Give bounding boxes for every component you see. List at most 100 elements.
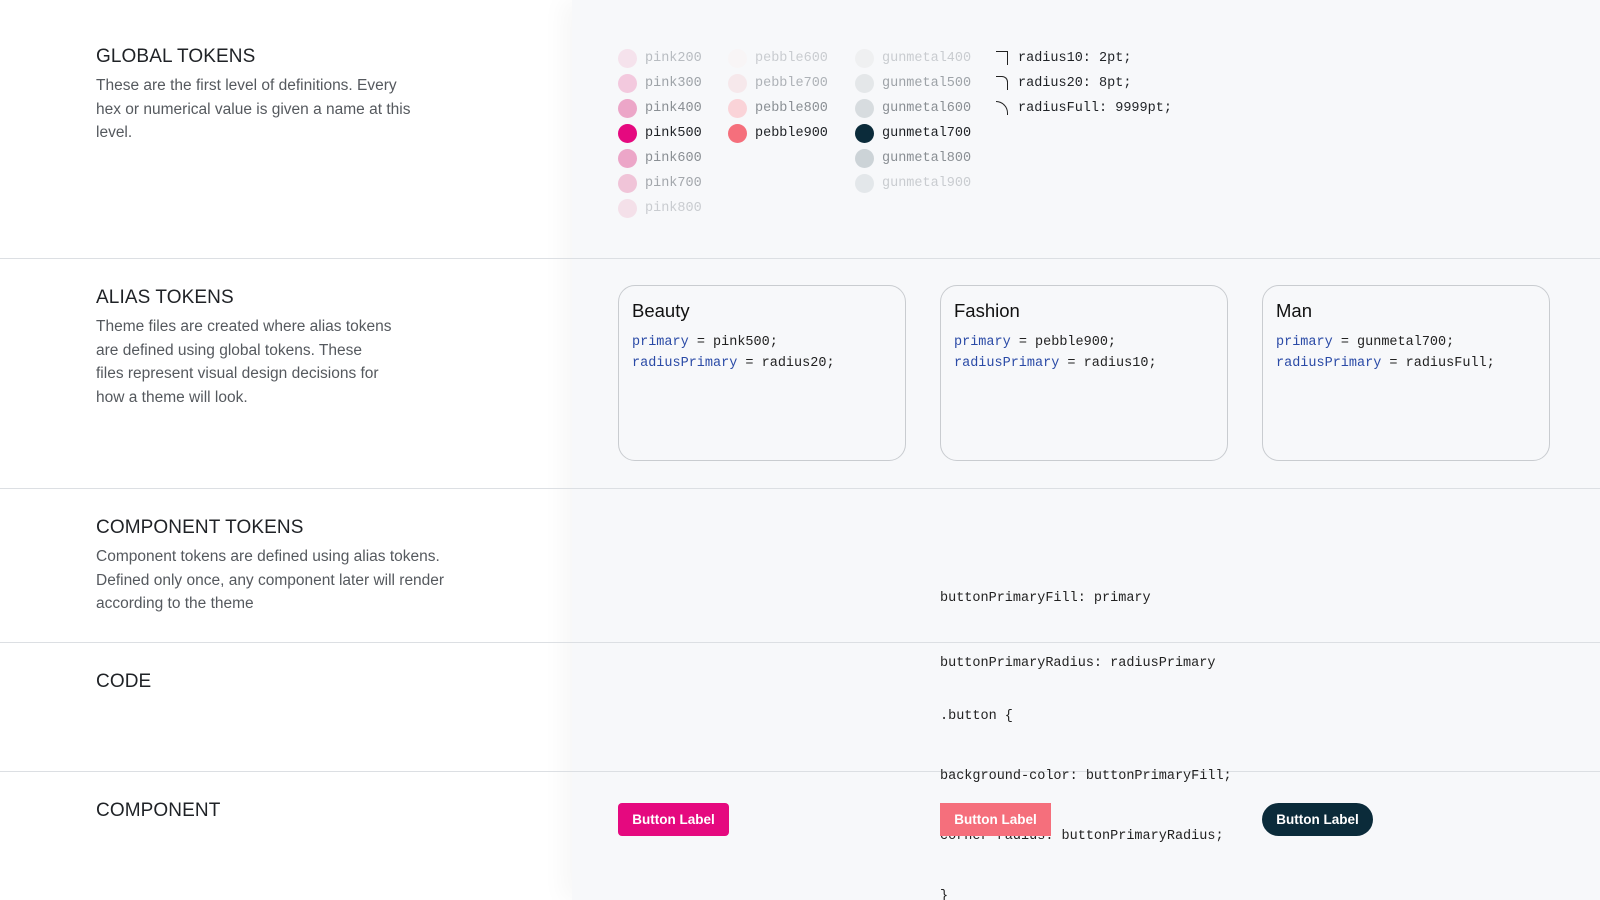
swatch-pink500: pink500 [618,123,702,143]
theme-title: Man [1276,300,1312,321]
color-dot [728,98,747,118]
radius-assignment: radiusPrimary = radius10; [954,356,1157,371]
swatch-pebble600: pebble600 [728,48,828,68]
swatch-pebble800: pebble800 [728,98,828,118]
swatch-label: gunmetal800 [882,150,972,166]
swatch-label: gunmetal900 [882,175,972,191]
component-tokens-title: COMPONENT TOKENS [96,517,304,538]
swatch-label: pink400 [645,100,702,116]
alias-tokens-title: ALIAS TOKENS [96,287,234,308]
code-line: background-color: buttonPrimaryFill; [940,769,1232,784]
description-line: are defined using global tokens. These [96,341,362,359]
swatch-pink400: pink400 [618,98,702,118]
code-line: } [940,889,949,900]
code-key: primary [1276,335,1333,350]
color-dot [855,48,874,68]
swatch-label: gunmetal500 [882,75,972,91]
swatch-label: pink300 [645,75,702,91]
code-value: = gunmetal700; [1332,335,1455,350]
code-title: CODE [96,671,152,692]
code-value: = radiusFull; [1381,356,1495,371]
swatch-label: pink500 [645,125,702,141]
description-line: Defined only once, any component later w… [96,571,445,589]
swatch-gunmetal800: gunmetal800 [855,148,971,168]
button-css-code: .button { background-color: buttonPrimar… [940,667,1232,900]
swatch-pebble700: pebble700 [728,73,828,93]
color-dot [618,123,637,143]
swatch-pink800: pink800 [618,198,702,218]
code-value: = pebble900; [1010,335,1117,350]
color-dot [618,173,637,193]
beauty-button[interactable]: Button Label [618,803,729,836]
primary-assignment: primary = pink500; [632,335,778,350]
color-dot [618,73,637,93]
code-line: buttonPrimaryFill: primary [940,591,1151,606]
alias-tokens-description: Theme files are created where alias toke… [96,315,392,409]
radius-label: radius20: 8pt; [1018,75,1132,91]
radius-label: radiusFull: 9999pt; [1018,100,1172,116]
swatch-label: pink200 [645,50,702,66]
rounded-corner-icon [996,76,1008,90]
color-dot [728,123,747,143]
man-button[interactable]: Button Label [1262,803,1373,836]
description-line: hex or numerical value is given a name a… [96,100,411,118]
section-divider [0,488,1600,489]
component-title: COMPONENT [96,800,221,821]
color-dot [618,198,637,218]
code-value: = radius20; [737,356,835,371]
swatch-label: pebble600 [755,50,828,66]
section-divider [0,642,1600,643]
fashion-button[interactable]: Button Label [940,803,1051,836]
radius-label: radius10: 2pt; [1018,50,1132,66]
radius-token-radius20: radius20: 8pt; [996,73,1131,93]
code-line: .button { [940,709,1013,724]
swatch-gunmetal600: gunmetal600 [855,98,971,118]
swatch-label: gunmetal700 [882,125,972,141]
swatch-label: gunmetal600 [882,100,972,116]
full-round-corner-icon [996,101,1008,115]
code-value: = pink500; [688,335,778,350]
swatch-label: pebble800 [755,100,828,116]
code-key: radiusPrimary [632,356,738,371]
radius-token-radiusfull: radiusFull: 9999pt; [996,98,1172,118]
color-dot [855,73,874,93]
swatch-label: gunmetal400 [882,50,972,66]
theme-card-man: Man primary = gunmetal700; radiusPrimary… [1262,285,1550,461]
color-dot [855,123,874,143]
swatch-label: pink600 [645,150,702,166]
swatch-gunmetal900: gunmetal900 [855,173,971,193]
swatch-gunmetal400: gunmetal400 [855,48,971,68]
description-line: files represent visual design decisions … [96,365,379,382]
description-line: Component tokens are defined using alias… [96,548,440,565]
theme-title: Beauty [632,300,690,321]
swatch-pink300: pink300 [618,73,702,93]
description-line: These are the first level of definitions… [96,77,397,94]
swatch-pebble900: pebble900 [728,123,828,143]
radius-token-radius10: radius10: 2pt; [996,48,1131,68]
theme-card-beauty: Beauty primary = pink500; radiusPrimary … [618,285,906,461]
description-line: according to the theme [96,595,254,612]
swatch-pink600: pink600 [618,148,702,168]
section-divider [0,771,1600,772]
color-dot [855,148,874,168]
code-key: radiusPrimary [1276,356,1382,371]
description-line: level. [96,124,133,141]
global-tokens-title: GLOBAL TOKENS [96,46,256,67]
color-dot [618,148,637,168]
code-key: radiusPrimary [954,356,1060,371]
theme-title: Fashion [954,300,1020,321]
swatch-gunmetal500: gunmetal500 [855,73,971,93]
primary-assignment: primary = gunmetal700; [1276,335,1454,350]
square-corner-icon [996,51,1008,65]
global-tokens-description: These are the first level of definitions… [96,74,410,145]
code-value: = radius10; [1059,356,1157,371]
radius-assignment: radiusPrimary = radius20; [632,356,835,371]
swatch-label: pink700 [645,175,702,191]
color-dot [855,173,874,193]
color-dot [618,48,637,68]
color-dot [728,48,747,68]
code-key: primary [632,335,689,350]
swatch-gunmetal700: gunmetal700 [855,123,971,143]
swatch-label: pebble700 [755,75,828,91]
swatch-pink200: pink200 [618,48,702,68]
